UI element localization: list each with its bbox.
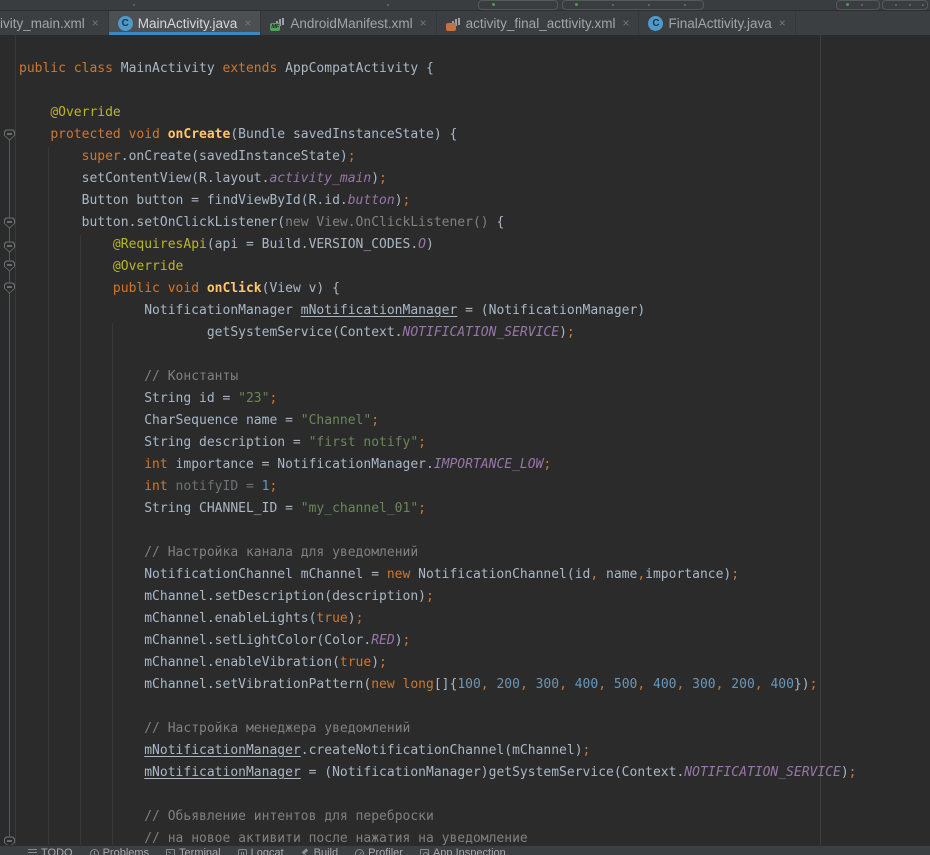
statusbar-item-label: Logcat	[251, 847, 284, 855]
statusbar-item-todo[interactable]: TODO	[28, 846, 73, 855]
tab-label: ivity_main.xml	[0, 16, 85, 31]
tab-ivity_main.xml[interactable]: ivity_main.xml ×	[0, 11, 109, 35]
toolbar-button-outline[interactable]	[478, 0, 558, 10]
code-line	[0, 80, 19, 102]
tab-label: AndroidManifest.xml	[290, 16, 412, 31]
java-class-icon: C	[118, 16, 133, 31]
tab-label: FinalActtivity.java	[668, 16, 771, 31]
code-line: int importance = NotificationManager.IMP…	[0, 454, 551, 476]
tab-activity_final_acttivity.xml[interactable]: activity_final_acttivity.xml ×	[437, 11, 640, 35]
statusbar-item-label: Problems	[103, 847, 149, 855]
code-line: @Override	[0, 102, 121, 124]
code-line: // Настройка менеджера уведомлений	[0, 718, 410, 740]
toolbar-dot-icon	[612, 4, 614, 6]
toolbar-button-outline[interactable]	[836, 0, 880, 10]
code-line: NotificationChannel mChannel = new Notif…	[0, 564, 739, 586]
problems-icon	[90, 849, 99, 855]
tab-close-icon[interactable]: ×	[622, 17, 629, 29]
code-line: // Обьявление интентов для переброски	[0, 806, 434, 828]
code-line: mChannel.enableVibration(true);	[0, 652, 387, 674]
code-area[interactable]: public class MainActivity extends AppCom…	[0, 35, 930, 845]
statusbar-item-label: Terminal	[179, 847, 221, 855]
tab-MainActivity.java[interactable]: C MainActivity.java ×	[109, 11, 262, 35]
code-line: int notifyID = 1;	[0, 476, 277, 498]
statusbar-item-build[interactable]: Build	[301, 846, 338, 855]
code-line: String description = "first notify";	[0, 432, 426, 454]
tab-close-icon[interactable]: ×	[244, 17, 251, 29]
tab-close-icon[interactable]: ×	[92, 17, 99, 29]
code-line: button.setOnClickListener(new View.OnCli…	[0, 212, 504, 234]
code-line: mChannel.enableLights(true);	[0, 608, 363, 630]
tab-AndroidManifest.xml[interactable]: MF AndroidManifest.xml ×	[261, 11, 436, 35]
code-line: // Настройка канала для уведомлений	[0, 542, 418, 564]
code-line: @Override	[0, 256, 183, 278]
toolbar-dot-icon	[895, 4, 897, 6]
toolbar-dot-icon	[861, 4, 863, 6]
statusbar-item-terminal[interactable]: Terminal	[166, 846, 221, 855]
code-line: protected void onCreate(Bundle savedInst…	[0, 124, 457, 146]
code-line: public class MainActivity extends AppCom…	[0, 58, 434, 80]
code-editor[interactable]: public class MainActivity extends AppCom…	[0, 35, 930, 845]
toolbar-dot-icon	[648, 4, 650, 6]
toolbar-dot-icon	[133, 4, 135, 6]
code-line: CharSequence name = "Channel";	[0, 410, 379, 432]
run-dot-icon	[492, 3, 495, 6]
manifest-badge: MF	[270, 23, 280, 31]
statusbar-item-label: App Inspection	[433, 847, 506, 855]
toolbar-dot-icon	[909, 4, 911, 6]
code-line: NotificationManager mNotificationManager…	[0, 300, 645, 322]
code-line: public void onClick(View v) {	[0, 278, 340, 300]
toolbar-button-outline[interactable]	[562, 0, 704, 10]
layout-xml-file-icon	[446, 16, 461, 31]
tab-FinalActtivity.java[interactable]: C FinalActtivity.java ×	[639, 11, 795, 35]
statusbar-item-app-inspection[interactable]: App Inspection	[420, 846, 506, 855]
run-dot-icon	[846, 3, 849, 6]
java-class-icon: C	[648, 16, 663, 31]
code-line: Button button = findViewById(R.id.button…	[0, 190, 410, 212]
statusbar-item-label: Profiler	[368, 847, 403, 855]
profiler-icon	[355, 849, 364, 855]
code-line: mChannel.setLightColor(Color.RED);	[0, 630, 410, 652]
manifest-file-icon: MF	[270, 16, 285, 31]
code-line: setContentView(R.layout.activity_main);	[0, 168, 387, 190]
statusbar-item-profiler[interactable]: Profiler	[355, 846, 403, 855]
app-inspection-icon	[420, 849, 429, 855]
ide-window: ivity_main.xml × C MainActivity.java × MF Andr…	[0, 0, 930, 855]
code-line: super.onCreate(savedInstanceState);	[0, 146, 356, 168]
toolbar-dot-icon	[387, 4, 389, 6]
code-line: mChannel.setVibrationPattern(new long[]{…	[0, 674, 817, 696]
code-line: @RequiresApi(api = Build.VERSION_CODES.O…	[0, 234, 434, 256]
layout-badge	[446, 23, 456, 31]
terminal-icon	[166, 849, 175, 855]
tab-label: activity_final_acttivity.xml	[466, 16, 616, 31]
statusbar-item-label: TODO	[41, 847, 73, 855]
editor-tab-bar: ivity_main.xml × C MainActivity.java × MF Andr…	[0, 11, 930, 35]
build-icon	[301, 849, 310, 855]
run-dot-icon	[575, 3, 578, 6]
statusbar-item-logcat[interactable]: Logcat	[238, 846, 284, 855]
toolbar-dot-icon	[922, 4, 924, 6]
tab-label: MainActivity.java	[138, 16, 238, 31]
fold-collapse-icon[interactable]	[4, 837, 15, 846]
code-line: mChannel.setDescription(description);	[0, 586, 434, 608]
tab-close-icon[interactable]: ×	[420, 17, 427, 29]
code-line: String CHANNEL_ID = "my_channel_01";	[0, 498, 426, 520]
statusbar-item-problems[interactable]: Problems	[90, 846, 149, 855]
active-tab-underline	[109, 32, 261, 35]
status-bar: TODO Problems Terminal Logcat Build Profiler A…	[0, 845, 930, 855]
toolbar-strip	[0, 0, 930, 11]
toolbar-dot-icon	[684, 4, 686, 6]
code-line: mNotificationManager.createNotificationC…	[0, 740, 590, 762]
code-line: // на новое активити после нажатия на ув…	[0, 828, 528, 845]
code-line: getSystemService(Context.NOTIFICATION_SE…	[0, 322, 575, 344]
code-line: String id = "23";	[0, 388, 277, 410]
tab-close-icon[interactable]: ×	[779, 17, 786, 29]
statusbar-item-label: Build	[314, 847, 338, 855]
todo-icon	[28, 849, 37, 855]
code-line: // Константы	[0, 366, 238, 388]
logcat-icon	[238, 849, 247, 855]
code-line: mNotificationManager = (NotificationMana…	[0, 762, 857, 784]
